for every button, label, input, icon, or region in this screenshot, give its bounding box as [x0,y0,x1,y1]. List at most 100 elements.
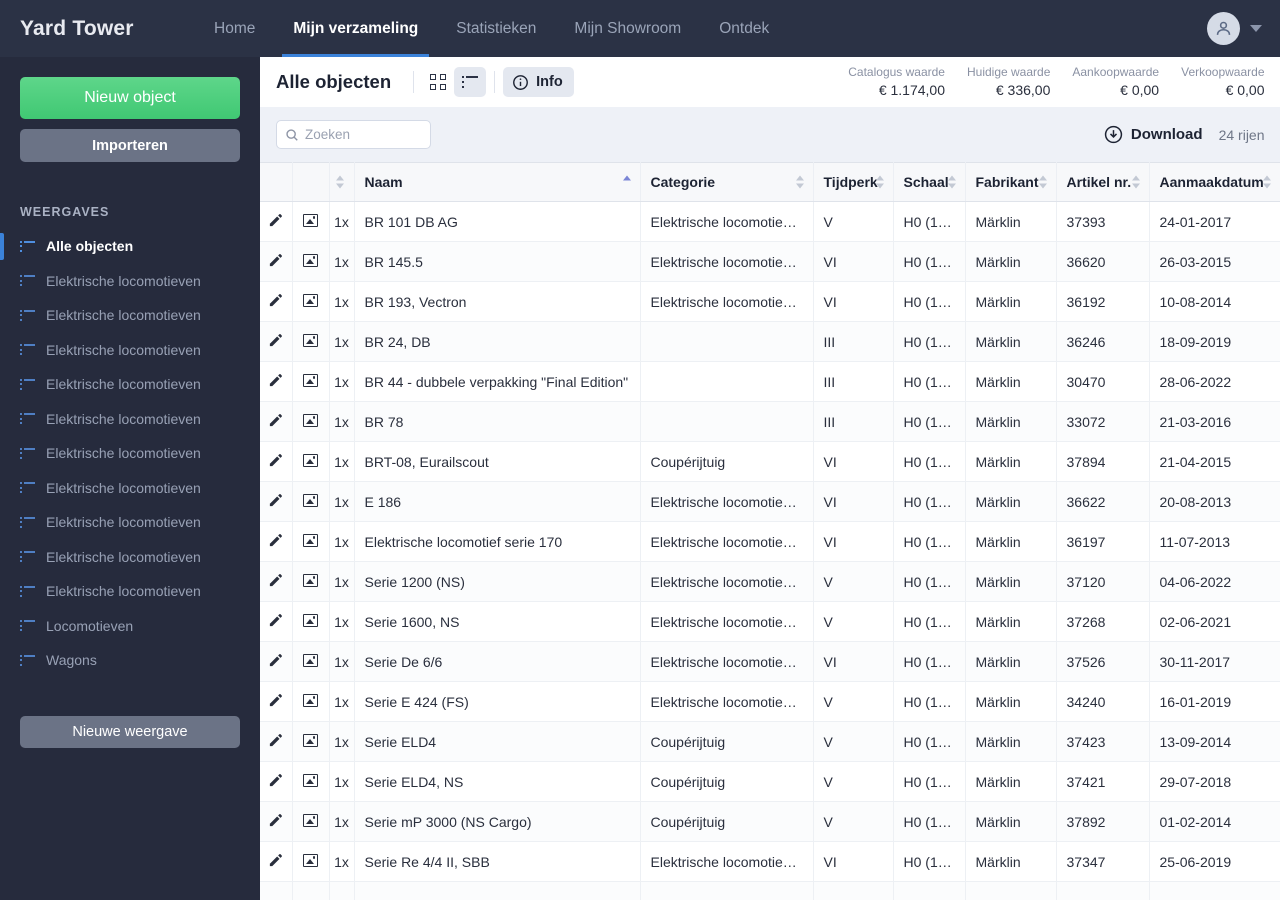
table-row[interactable]: 1x Serie ELD4 Coupérijtuig V H0 (1:87) Märkli… [260,721,1280,762]
sidebar-item-alle-objecten[interactable]: Alle objecten [0,229,260,264]
thumbnail-cell[interactable] [292,401,330,442]
table-row[interactable]: 1x BR 193, Vectron Elektrische locomotieve… [260,281,1280,322]
sidebar-item-elektrische-locomotieven[interactable]: Elektrische locomotieven [0,574,260,609]
thumbnail-cell[interactable] [292,841,330,882]
column-header-artikelnr[interactable]: Artikel nr. [1056,162,1150,202]
sidebar-item-elektrische-locomotieven[interactable]: Elektrische locomotieven [0,505,260,540]
info-button[interactable]: Info [503,67,574,97]
thumbnail-cell[interactable] [292,681,330,722]
sort-indicator-icon[interactable] [947,175,957,189]
thumbnail-cell[interactable] [292,241,330,282]
thumbnail-cell[interactable] [292,641,330,682]
edit-button-cell[interactable] [260,481,293,522]
table-row[interactable] [260,881,1280,900]
avatar[interactable] [1207,12,1240,45]
edit-button-cell[interactable] [260,361,293,402]
thumbnail-cell[interactable] [292,881,330,900]
table-row[interactable]: 1x BR 78 III H0 (1:87) Märklin 33072 21-03-201… [260,401,1280,442]
column-header-fabrikant[interactable]: Fabrikant [965,162,1057,202]
column-header-tijdperk[interactable]: Tijdperk [813,162,894,202]
thumbnail-cell[interactable] [292,201,330,242]
thumbnail-cell[interactable] [292,721,330,762]
thumbnail-cell[interactable] [292,601,330,642]
new-view-button[interactable]: Nieuwe weergave [20,715,240,748]
sidebar-item-elektrische-locomotieven[interactable]: Elektrische locomotieven [0,402,260,437]
sidebar-item-locomotieven[interactable]: Locomotieven [0,609,260,644]
thumbnail-cell[interactable] [292,521,330,562]
thumbnail-cell[interactable] [292,481,330,522]
sort-indicator-icon[interactable] [1038,175,1048,189]
search-box[interactable] [276,120,431,149]
table-row[interactable]: 1x Serie De 6/6 Elektrische locomotieven VI… [260,641,1280,682]
edit-button-cell[interactable] [260,721,293,762]
thumbnail-cell[interactable] [292,361,330,402]
thumbnail-cell[interactable] [292,761,330,802]
column-header-categorie[interactable]: Categorie [640,162,814,202]
sort-indicator-icon[interactable] [875,175,885,189]
nav-link-ontdek[interactable]: Ontdek [700,0,788,57]
table-row[interactable]: 1x Serie E 424 (FS) Elektrische locomotiev… [260,681,1280,722]
sidebar-item-elektrische-locomotieven[interactable]: Elektrische locomotieven [0,436,260,471]
edit-button-cell[interactable] [260,521,293,562]
sort-indicator-icon[interactable] [1262,175,1272,189]
edit-button-cell[interactable] [260,841,293,882]
sidebar-item-elektrische-locomotieven[interactable]: Elektrische locomotieven [0,264,260,299]
edit-button-cell[interactable] [260,281,293,322]
sort-indicator-icon[interactable] [795,175,805,189]
thumbnail-cell[interactable] [292,281,330,322]
table-row[interactable]: 1x Serie Re 4/4 II, SBB Elektrische locomo… [260,841,1280,882]
sort-indicator-icon[interactable] [622,175,632,189]
column-header-naam[interactable]: Naam [354,162,641,202]
sidebar-item-elektrische-locomotieven[interactable]: Elektrische locomotieven [0,298,260,333]
edit-button-cell[interactable] [260,441,293,482]
list-view-button[interactable] [454,67,487,97]
sidebar-item-elektrische-locomotieven[interactable]: Elektrische locomotieven [0,471,260,506]
thumbnail-cell[interactable] [292,441,330,482]
thumbnail-cell[interactable] [292,801,330,842]
chevron-down-icon[interactable] [1250,25,1262,32]
edit-button-cell[interactable] [260,801,293,842]
sort-indicator-icon[interactable] [1131,175,1141,189]
edit-button-cell[interactable] [260,761,293,802]
table-row[interactable]: 1x BR 44 - dubbele verpakking "Final Edit… [260,361,1280,402]
edit-button-cell[interactable] [260,321,293,362]
nav-link-mijn-showroom[interactable]: Mijn Showroom [555,0,700,57]
column-header-aanmaakdatum[interactable]: Aanmaakdatum [1149,162,1280,202]
table-row[interactable]: 1x Elektrische locomotief serie 170 Elektr… [260,521,1280,562]
import-button[interactable]: Importeren [20,129,240,162]
edit-button-cell[interactable] [260,201,293,242]
sidebar-item-wagons[interactable]: Wagons [0,643,260,678]
table-row[interactable]: 1x E 186 Elektrische locomotieven VI H0 (1:8… [260,481,1280,522]
sidebar-item-elektrische-locomotieven[interactable]: Elektrische locomotieven [0,333,260,368]
table-row[interactable]: 1x BR 101 DB AG Elektrische locomotieven V H… [260,201,1280,242]
table-row[interactable]: 1x Serie ELD4, NS Coupérijtuig V H0 (1:87) Mä… [260,761,1280,802]
sidebar-item-elektrische-locomotieven[interactable]: Elektrische locomotieven [0,540,260,575]
table-row[interactable]: 1x BR 24, DB III H0 (1:87) Märklin 36246 18-09… [260,321,1280,362]
edit-button-cell[interactable] [260,641,293,682]
column-header-qty[interactable] [329,162,355,202]
thumbnail-cell[interactable] [292,561,330,602]
user-menu[interactable] [1207,0,1262,57]
edit-button-cell[interactable] [260,561,293,602]
grid-view-button[interactable] [422,67,454,97]
sidebar-item-elektrische-locomotieven[interactable]: Elektrische locomotieven [0,367,260,402]
edit-button-cell[interactable] [260,401,293,442]
sort-indicator-icon[interactable] [335,175,345,189]
edit-button-cell[interactable] [260,241,293,282]
edit-button-cell[interactable] [260,601,293,642]
search-input[interactable] [305,127,415,142]
table-row[interactable]: 1x BR 145.5 Elektrische locomotieven VI H0 (… [260,241,1280,282]
edit-button-cell[interactable] [260,681,293,722]
table-row[interactable]: 1x BRT-08, Eurailscout Coupérijtuig VI H0 (1… [260,441,1280,482]
table-row[interactable]: 1x Serie 1600, NS Elektrische locomotieven… [260,601,1280,642]
column-header-schaal[interactable]: Schaal [893,162,966,202]
table-row[interactable]: 1x Serie mP 3000 (NS Cargo) Coupérijtuig V H… [260,801,1280,842]
nav-link-mijn-verzameling[interactable]: Mijn verzameling [274,0,437,57]
download-button[interactable]: Download [1104,125,1203,144]
table-row[interactable]: 1x Serie 1200 (NS) Elektrische locomotieve… [260,561,1280,602]
nav-link-statistieken[interactable]: Statistieken [437,0,555,57]
new-object-button[interactable]: Nieuw object [20,77,240,119]
edit-button-cell[interactable] [260,881,293,900]
objects-table-container[interactable]: Naam Categorie Tijdperk Schaal Fabrikant Arti… [260,162,1280,900]
nav-link-home[interactable]: Home [195,0,274,57]
